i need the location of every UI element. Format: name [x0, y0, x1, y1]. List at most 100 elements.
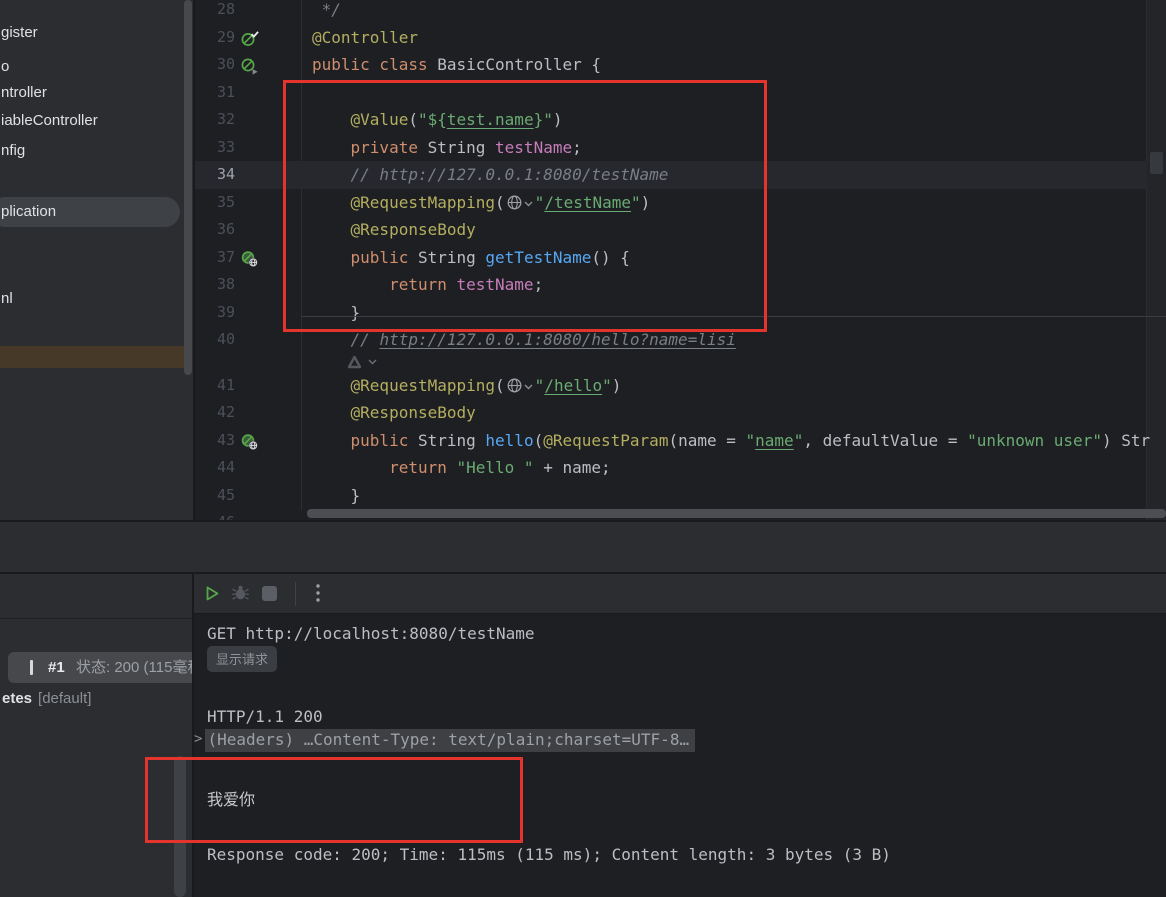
code-line-44[interactable]: 44 return "Hello " + name; — [195, 454, 1166, 482]
request-line[interactable]: GET http://localhost:8080/testName — [207, 624, 535, 643]
toolbar-divider — [295, 582, 296, 606]
bean-check-gutter-icon[interactable] — [240, 29, 260, 47]
code-line-29[interactable]: 29 @Controller — [195, 24, 1166, 52]
line-number: 46 — [195, 509, 235, 520]
code-text[interactable]: @ResponseBody — [312, 216, 476, 244]
code-text[interactable]: @RequestMapping("/hello") — [312, 372, 621, 403]
requests-panel-divider — [0, 618, 192, 619]
tree-item-nl[interactable]: nl — [1, 288, 191, 310]
line-number: 42 — [195, 399, 235, 427]
code-line-45[interactable]: 45 } — [195, 482, 1166, 510]
tree-item-iableController[interactable]: iableController — [1, 110, 191, 132]
code-text[interactable]: public class BasicController { — [312, 51, 601, 79]
code-text[interactable]: // http://127.0.0.1:8080/hello?name=lisi — [312, 326, 736, 354]
tree-item-o[interactable]: o — [1, 56, 191, 78]
code-line-43[interactable]: 43 public String hello(@RequestParam(nam… — [195, 427, 1166, 455]
more-options-button[interactable] — [308, 582, 328, 602]
code-text[interactable]: public String getTestName() { — [312, 244, 630, 272]
line-number: 38 — [195, 271, 235, 299]
response-body: 我爱你 — [207, 786, 255, 810]
show-request-button[interactable]: 显示请求 — [207, 646, 277, 672]
debug-button[interactable] — [230, 584, 250, 604]
code-line-32[interactable]: 32 @Value("${test.name}") — [195, 106, 1166, 134]
code-editor[interactable]: 28 */29@Controller30public class BasicCo… — [195, 0, 1166, 520]
stop-button[interactable] — [262, 586, 277, 601]
code-line-31[interactable]: 31 — [195, 79, 1166, 107]
response-status-line: HTTP/1.1 200 — [207, 707, 323, 726]
http-client-console: GET http://localhost:8080/testName 显示请求 … — [194, 615, 1166, 897]
request-mapping-globe-icon[interactable] — [506, 375, 533, 403]
service-item[interactable]: etes[default] — [2, 686, 192, 712]
code-line-33[interactable]: 33 private String testName; — [195, 134, 1166, 162]
bean-web-gutter-icon[interactable] — [240, 432, 260, 450]
project-scrollbar[interactable] — [184, 0, 192, 375]
line-number: 37 — [195, 244, 235, 272]
code-line-30[interactable]: 30 public class BasicController { — [195, 51, 1166, 79]
line-number: 41 — [195, 372, 235, 400]
code-text[interactable]: // http://127.0.0.1:8080/testName — [312, 161, 668, 189]
request-mapping-globe-icon[interactable] — [506, 192, 533, 220]
code-line-41[interactable]: 41 @RequestMapping("/hello") — [195, 372, 1166, 400]
tree-item-nfig[interactable]: nfig — [1, 140, 191, 162]
code-text[interactable]: public String hello(@RequestParam(name =… — [312, 427, 1150, 455]
code-line-28[interactable]: 28 */ — [195, 0, 1166, 24]
code-text[interactable]: @Controller — [312, 24, 418, 52]
line-number: 36 — [195, 216, 235, 244]
run-status: 状态: 200 (115毫秒) — [76, 652, 192, 683]
current-line-stripe-marker — [1150, 152, 1163, 174]
editor-hscrollbar[interactable] — [307, 509, 1166, 518]
fold-chevron-icon[interactable]: > — [194, 731, 202, 747]
code-line-35[interactable]: 35 @RequestMapping("/testName") — [195, 189, 1166, 217]
line-number: 34 — [195, 161, 235, 189]
code-line-37[interactable]: 37 public String getTestName() { — [195, 244, 1166, 272]
inlay-hint-row — [195, 354, 1166, 372]
code-text[interactable]: */ — [312, 0, 341, 24]
line-number: 43 — [195, 427, 235, 455]
code-text[interactable]: @Value("${test.name}") — [312, 106, 562, 134]
tree-item-gister[interactable]: gister — [1, 22, 191, 44]
code-text[interactable]: return testName; — [312, 271, 543, 299]
run-icon — [203, 591, 221, 606]
line-number: 31 — [195, 79, 235, 107]
bean-web-gutter-icon[interactable] — [240, 249, 260, 267]
response-summary-line: Response code: 200; Time: 115ms (115 ms)… — [207, 845, 891, 864]
project-tree-panel: gister o ntroller iableController nfig plicat… — [0, 0, 193, 520]
line-number: 29 — [195, 24, 235, 52]
code-line-39[interactable]: 39 } — [195, 299, 1166, 327]
tree-item-ntroller[interactable]: ntroller — [1, 82, 191, 104]
line-number: 30 — [195, 51, 235, 79]
code-text[interactable]: } — [312, 299, 360, 327]
tree-highlight-band — [0, 346, 190, 368]
line-number: 39 — [195, 299, 235, 327]
code-line-40[interactable]: 40 // http://127.0.0.1:8080/hello?name=l… — [195, 326, 1166, 354]
requests-panel: #1 状态: 200 (115毫秒) etes[default] — [0, 574, 192, 897]
tree-item-plication[interactable]: plication — [0, 197, 180, 227]
line-number: 40 — [195, 326, 235, 354]
http-client-toolbar — [194, 574, 1166, 614]
code-lines[interactable]: 28 */29@Controller30public class BasicCo… — [195, 0, 1166, 520]
line-number: 45 — [195, 482, 235, 510]
requests-scrollbar[interactable] — [174, 756, 186, 897]
code-text[interactable]: @RequestMapping("/testName") — [312, 189, 650, 220]
line-number: 35 — [195, 189, 235, 217]
code-text[interactable]: @ResponseBody — [312, 399, 476, 427]
code-text[interactable]: } — [312, 482, 360, 510]
bean-run-gutter-icon[interactable] — [240, 56, 260, 74]
code-text[interactable]: return "Hello " + name; — [312, 454, 611, 482]
request-run-item[interactable]: #1 状态: 200 (115毫秒) — [8, 652, 192, 683]
line-number: 28 — [195, 0, 235, 24]
line-number: 32 — [195, 106, 235, 134]
code-line-34[interactable]: 34 // http://127.0.0.1:8080/testName — [195, 161, 1166, 189]
kebab-menu-icon — [315, 592, 321, 607]
code-line-42[interactable]: 42 @ResponseBody — [195, 399, 1166, 427]
ai-inlay-icon[interactable] — [347, 355, 377, 369]
code-text[interactable]: private String testName; — [312, 134, 582, 162]
line-number: 33 — [195, 134, 235, 162]
bug-icon — [231, 590, 250, 605]
code-line-38[interactable]: 38 return testName; — [195, 271, 1166, 299]
run-id: #1 — [48, 652, 65, 683]
run-request-button[interactable] — [202, 584, 222, 604]
selection-indicator — [30, 660, 33, 675]
code-line-36[interactable]: 36 @ResponseBody — [195, 216, 1166, 244]
headers-folded-region[interactable]: (Headers) …Content-Type: text/plain;char… — [205, 729, 695, 752]
